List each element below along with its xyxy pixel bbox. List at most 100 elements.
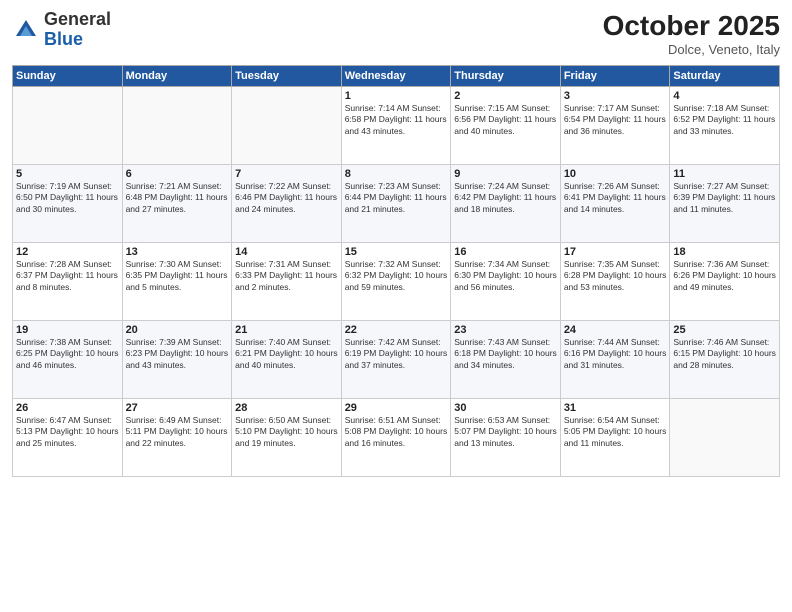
day-cell: 1Sunrise: 7:14 AM Sunset: 6:58 PM Daylig… [341,87,451,165]
calendar: SundayMondayTuesdayWednesdayThursdayFrid… [12,65,780,477]
logo-icon [12,16,40,44]
day-number: 23 [454,324,557,336]
day-number: 18 [673,246,776,258]
day-cell: 19Sunrise: 7:38 AM Sunset: 6:25 PM Dayli… [13,321,123,399]
day-number: 17 [564,246,667,258]
day-number: 31 [564,402,667,414]
day-cell: 23Sunrise: 7:43 AM Sunset: 6:18 PM Dayli… [451,321,561,399]
day-number: 2 [454,90,557,102]
day-info: Sunrise: 7:43 AM Sunset: 6:18 PM Dayligh… [454,337,557,371]
weekday-header-saturday: Saturday [670,66,780,87]
day-cell [670,399,780,477]
day-cell: 31Sunrise: 6:54 AM Sunset: 5:05 PM Dayli… [560,399,670,477]
month-title: October 2025 [603,10,780,42]
weekday-header-wednesday: Wednesday [341,66,451,87]
weekday-header-sunday: Sunday [13,66,123,87]
day-info: Sunrise: 7:44 AM Sunset: 6:16 PM Dayligh… [564,337,667,371]
day-number: 29 [345,402,448,414]
day-info: Sunrise: 7:24 AM Sunset: 6:42 PM Dayligh… [454,181,557,215]
logo-general-text: General [44,9,111,29]
day-number: 13 [126,246,229,258]
day-number: 12 [16,246,119,258]
day-info: Sunrise: 7:23 AM Sunset: 6:44 PM Dayligh… [345,181,448,215]
day-info: Sunrise: 7:35 AM Sunset: 6:28 PM Dayligh… [564,259,667,293]
weekday-header-friday: Friday [560,66,670,87]
day-cell: 24Sunrise: 7:44 AM Sunset: 6:16 PM Dayli… [560,321,670,399]
day-cell: 3Sunrise: 7:17 AM Sunset: 6:54 PM Daylig… [560,87,670,165]
day-cell: 20Sunrise: 7:39 AM Sunset: 6:23 PM Dayli… [122,321,232,399]
day-number: 15 [345,246,448,258]
day-cell: 2Sunrise: 7:15 AM Sunset: 6:56 PM Daylig… [451,87,561,165]
day-cell: 22Sunrise: 7:42 AM Sunset: 6:19 PM Dayli… [341,321,451,399]
day-info: Sunrise: 6:51 AM Sunset: 5:08 PM Dayligh… [345,415,448,449]
day-cell: 18Sunrise: 7:36 AM Sunset: 6:26 PM Dayli… [670,243,780,321]
day-number: 8 [345,168,448,180]
day-number: 16 [454,246,557,258]
day-cell: 10Sunrise: 7:26 AM Sunset: 6:41 PM Dayli… [560,165,670,243]
day-number: 20 [126,324,229,336]
day-number: 27 [126,402,229,414]
day-cell: 29Sunrise: 6:51 AM Sunset: 5:08 PM Dayli… [341,399,451,477]
weekday-header-thursday: Thursday [451,66,561,87]
day-cell: 8Sunrise: 7:23 AM Sunset: 6:44 PM Daylig… [341,165,451,243]
day-number: 22 [345,324,448,336]
week-row-2: 5Sunrise: 7:19 AM Sunset: 6:50 PM Daylig… [13,165,780,243]
day-number: 7 [235,168,338,180]
day-cell: 16Sunrise: 7:34 AM Sunset: 6:30 PM Dayli… [451,243,561,321]
day-number: 11 [673,168,776,180]
day-cell [13,87,123,165]
day-info: Sunrise: 6:49 AM Sunset: 5:11 PM Dayligh… [126,415,229,449]
day-info: Sunrise: 6:50 AM Sunset: 5:10 PM Dayligh… [235,415,338,449]
day-cell: 28Sunrise: 6:50 AM Sunset: 5:10 PM Dayli… [232,399,342,477]
day-number: 6 [126,168,229,180]
location-subtitle: Dolce, Veneto, Italy [603,42,780,57]
day-number: 19 [16,324,119,336]
day-info: Sunrise: 7:22 AM Sunset: 6:46 PM Dayligh… [235,181,338,215]
day-info: Sunrise: 7:14 AM Sunset: 6:58 PM Dayligh… [345,103,448,137]
header: General Blue October 2025 Dolce, Veneto,… [12,10,780,57]
title-block: October 2025 Dolce, Veneto, Italy [603,10,780,57]
weekday-header-monday: Monday [122,66,232,87]
day-number: 4 [673,90,776,102]
logo: General Blue [12,10,111,50]
day-cell: 21Sunrise: 7:40 AM Sunset: 6:21 PM Dayli… [232,321,342,399]
day-cell: 15Sunrise: 7:32 AM Sunset: 6:32 PM Dayli… [341,243,451,321]
day-info: Sunrise: 7:46 AM Sunset: 6:15 PM Dayligh… [673,337,776,371]
day-info: Sunrise: 6:53 AM Sunset: 5:07 PM Dayligh… [454,415,557,449]
day-number: 26 [16,402,119,414]
day-cell [232,87,342,165]
day-number: 24 [564,324,667,336]
day-info: Sunrise: 7:38 AM Sunset: 6:25 PM Dayligh… [16,337,119,371]
day-cell: 7Sunrise: 7:22 AM Sunset: 6:46 PM Daylig… [232,165,342,243]
day-number: 21 [235,324,338,336]
day-cell [122,87,232,165]
day-number: 1 [345,90,448,102]
day-cell: 17Sunrise: 7:35 AM Sunset: 6:28 PM Dayli… [560,243,670,321]
day-cell: 27Sunrise: 6:49 AM Sunset: 5:11 PM Dayli… [122,399,232,477]
week-row-1: 1Sunrise: 7:14 AM Sunset: 6:58 PM Daylig… [13,87,780,165]
day-info: Sunrise: 7:28 AM Sunset: 6:37 PM Dayligh… [16,259,119,293]
day-info: Sunrise: 7:15 AM Sunset: 6:56 PM Dayligh… [454,103,557,137]
day-cell: 13Sunrise: 7:30 AM Sunset: 6:35 PM Dayli… [122,243,232,321]
week-row-3: 12Sunrise: 7:28 AM Sunset: 6:37 PM Dayli… [13,243,780,321]
day-number: 10 [564,168,667,180]
day-info: Sunrise: 7:40 AM Sunset: 6:21 PM Dayligh… [235,337,338,371]
week-row-4: 19Sunrise: 7:38 AM Sunset: 6:25 PM Dayli… [13,321,780,399]
day-cell: 30Sunrise: 6:53 AM Sunset: 5:07 PM Dayli… [451,399,561,477]
day-cell: 5Sunrise: 7:19 AM Sunset: 6:50 PM Daylig… [13,165,123,243]
day-info: Sunrise: 7:21 AM Sunset: 6:48 PM Dayligh… [126,181,229,215]
day-info: Sunrise: 7:32 AM Sunset: 6:32 PM Dayligh… [345,259,448,293]
day-cell: 12Sunrise: 7:28 AM Sunset: 6:37 PM Dayli… [13,243,123,321]
day-info: Sunrise: 7:26 AM Sunset: 6:41 PM Dayligh… [564,181,667,215]
day-cell: 4Sunrise: 7:18 AM Sunset: 6:52 PM Daylig… [670,87,780,165]
day-cell: 11Sunrise: 7:27 AM Sunset: 6:39 PM Dayli… [670,165,780,243]
day-number: 5 [16,168,119,180]
day-number: 30 [454,402,557,414]
week-row-5: 26Sunrise: 6:47 AM Sunset: 5:13 PM Dayli… [13,399,780,477]
page: General Blue October 2025 Dolce, Veneto,… [0,0,792,612]
day-cell: 9Sunrise: 7:24 AM Sunset: 6:42 PM Daylig… [451,165,561,243]
day-info: Sunrise: 7:19 AM Sunset: 6:50 PM Dayligh… [16,181,119,215]
day-number: 25 [673,324,776,336]
day-info: Sunrise: 7:27 AM Sunset: 6:39 PM Dayligh… [673,181,776,215]
day-info: Sunrise: 7:18 AM Sunset: 6:52 PM Dayligh… [673,103,776,137]
